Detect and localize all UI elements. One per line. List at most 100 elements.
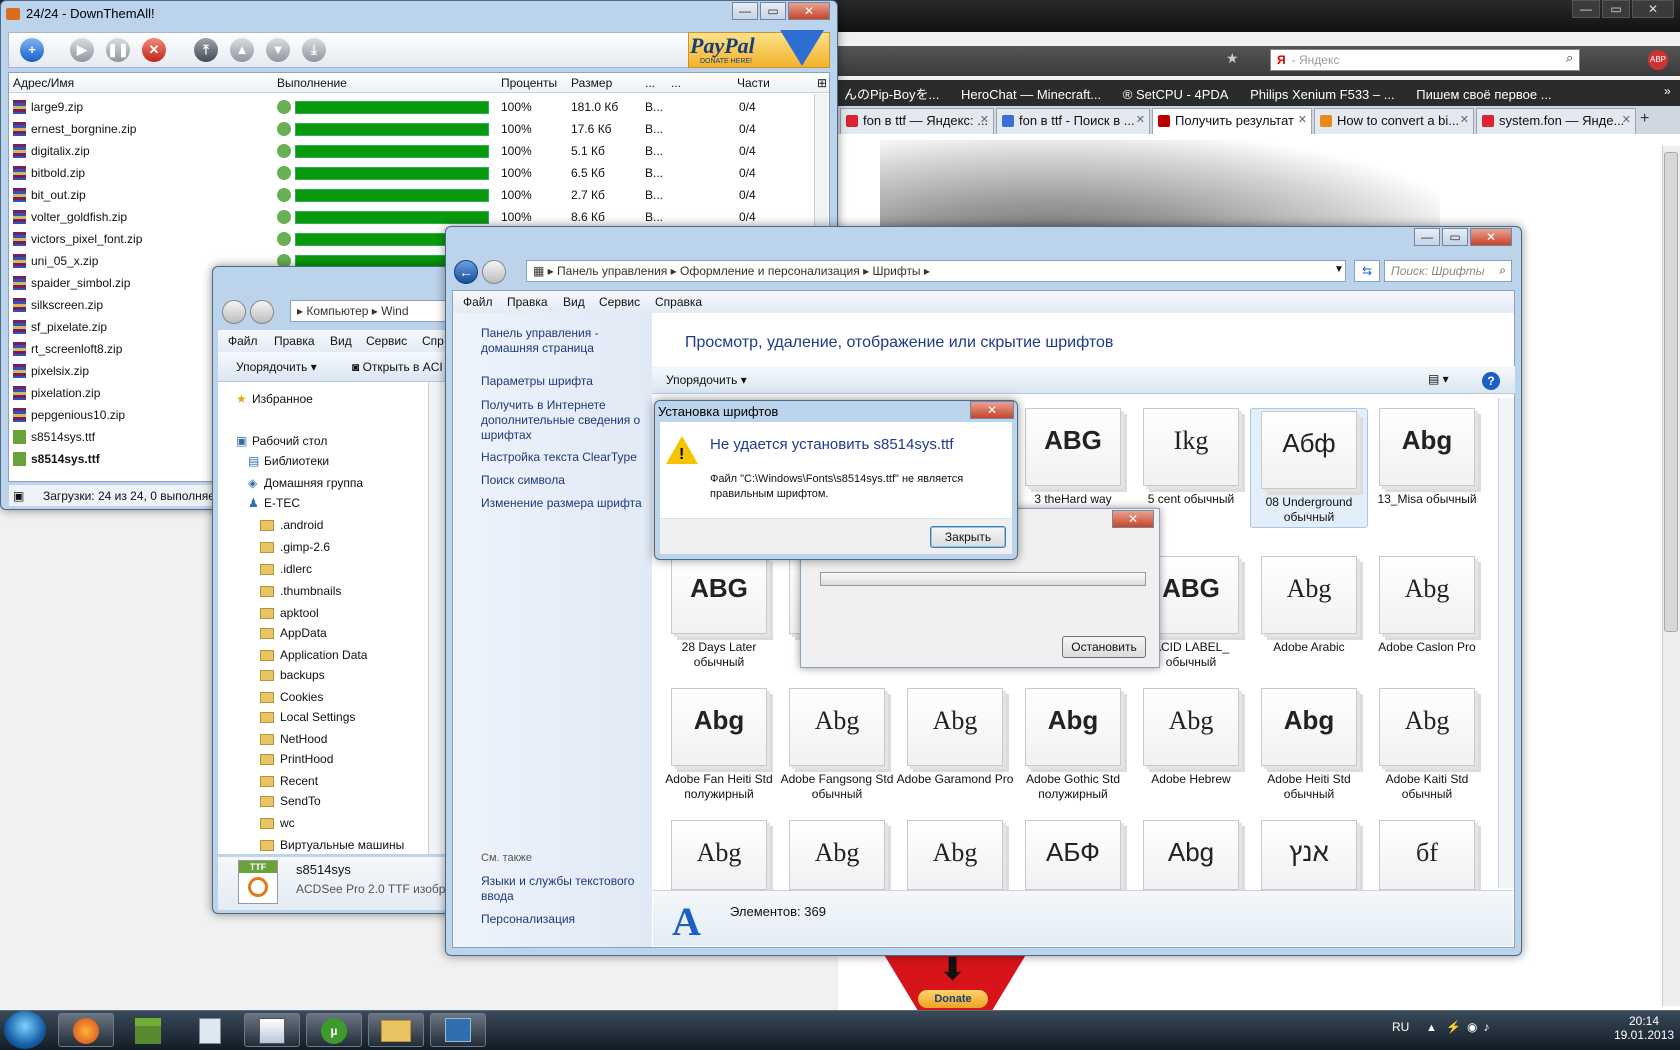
taskbar-minecraft[interactable] [120,1013,176,1047]
move-bottom-button[interactable]: ⤓ [302,38,326,62]
bookmark-item[interactable]: んのPip-Boyを... [844,87,939,102]
font-item[interactable]: Abg Adobe Caslon Pro [1368,556,1486,655]
browser-tab[interactable]: fon в ttf - Поиск в ... ✕ [996,108,1150,134]
close-tab-icon[interactable]: ✕ [1622,113,1631,126]
cancel-button[interactable]: ✕ [142,38,166,62]
close-tab-icon[interactable]: ✕ [980,113,989,126]
browser-tab[interactable]: How to convert a bi... ✕ [1314,108,1474,134]
scrollbar-thumb[interactable] [1664,152,1678,632]
close-button[interactable]: ✕ [1470,228,1512,246]
font-item[interactable]: бf [1368,820,1486,896]
view-options-icon[interactable]: ▤ ▾ [1428,372,1449,386]
organize-button[interactable]: Упорядочить ▾ [666,373,747,387]
address-bar[interactable]: ▸ Компьютер ▸ Wind [290,300,452,322]
menu-file[interactable]: Файл [463,295,493,309]
help-icon[interactable]: ? [1482,372,1500,390]
download-row[interactable]: bitbold.zip 100% 6.5 Кб B... 0/4 [9,162,809,184]
resume-button[interactable]: ▶ [70,38,94,62]
browser-tab[interactable]: fon в ttf — Яндекс: ... ✕ [840,108,994,134]
stop-button[interactable]: Остановить [1062,636,1146,658]
close-dialog-button[interactable]: Закрыть [930,526,1006,548]
font-item[interactable]: Abg Adobe Gothic Std полужирный [1014,688,1132,802]
font-item[interactable]: Abg Adobe Hebrew [1132,688,1250,787]
font-item[interactable]: Abg Adobe Fan Heiti Std полужирный [660,688,778,802]
address-bar[interactable]: ▦ ▸ Панель управления ▸ Оформление и пер… [526,260,1346,282]
browser-tab[interactable]: system.fon — Яндe... ✕ [1476,108,1636,134]
maximize-button[interactable]: ▭ [1442,228,1468,246]
search-icon[interactable]: ⌕ [1499,263,1506,278]
menu-file[interactable]: Файл [228,334,258,348]
tree-item[interactable]: apktool [260,606,319,626]
tree-item[interactable]: .android [260,518,323,538]
font-item[interactable]: Ikg 5 cent обычный [1132,408,1250,507]
tree-item[interactable]: ◈ Домашняя группа [248,476,363,496]
font-item[interactable]: Abg Adobe Fangsong Std обычный [778,688,896,802]
search-icon[interactable]: ⌕ [1566,50,1573,66]
forward-button[interactable] [482,260,506,284]
tree-item[interactable]: ▣ Рабочий стол [236,434,327,454]
minimize-button[interactable]: — [1572,0,1600,18]
link-languages[interactable]: Языки и службы текстового ввода [481,874,651,904]
font-item[interactable]: Abg [778,820,896,896]
menu-view[interactable]: Вид [330,334,352,348]
link-find-character[interactable]: Поиск символа [481,473,651,488]
download-row[interactable]: bit_out.zip 100% 2.7 Кб B... 0/4 [9,184,809,206]
menu-edit[interactable]: Правка [274,334,315,348]
download-row[interactable]: digitalix.zip 100% 5.1 Кб B... 0/4 [9,140,809,162]
star-icon[interactable]: ★ [1226,50,1239,67]
link-control-panel-home[interactable]: Панель управления - домашняя страница [481,326,651,356]
tree-item[interactable]: Виртуальные машины [260,838,404,858]
close-button[interactable]: ✕ [1112,510,1154,528]
bookmark-item[interactable]: HeroChat — Minecraft... [961,87,1101,102]
link-online-fonts[interactable]: Получить в Интернете дополнительные свед… [481,398,651,443]
tree-item[interactable]: Recent [260,774,318,794]
font-item[interactable]: ABG 28 Days Later обычный [660,556,778,670]
font-item[interactable]: Abg [896,820,1014,896]
tree-favorites[interactable]: ★ Избранное [236,392,313,412]
font-item[interactable]: Abg 13_Misa обычный [1368,408,1486,507]
back-button[interactable]: ← [454,260,478,284]
menu-tools[interactable]: Сервис [599,295,640,309]
column-header-size[interactable]: Размер [571,76,612,90]
menu-tools[interactable]: Сервис [366,334,407,348]
menu-view[interactable]: Вид [563,295,585,309]
download-row[interactable]: large9.zip 100% 181.0 Кб B... 0/4 [9,96,809,118]
tree-item[interactable]: .gimp-2.6 [260,540,330,560]
close-tab-icon[interactable]: ✕ [1460,113,1469,126]
download-row[interactable]: volter_goldfish.zip 100% 8.6 Кб B... 0/4 [9,206,809,228]
fonts-scrollbar[interactable] [1498,398,1514,888]
close-tab-icon[interactable]: ✕ [1298,113,1307,126]
font-item[interactable]: Abg Adobe Kaiti Std обычный [1368,688,1486,802]
column-header-extra[interactable]: ... [671,76,681,90]
font-item[interactable]: Abg Adobe Arabic [1250,556,1368,655]
bookmark-item[interactable]: Пишем своё первое ... [1416,87,1551,102]
link-font-size[interactable]: Изменение размера шрифта [481,496,651,511]
close-button[interactable]: ✕ [1632,0,1674,18]
font-item[interactable]: Abg [660,820,778,896]
bookmark-item[interactable]: Philips Xenium F533 – ... [1250,87,1395,102]
column-header-progress[interactable]: Выполнение [277,76,347,90]
move-top-button[interactable]: ⤒ [194,38,218,62]
search-input[interactable]: Поиск: Шрифты ⌕ [1384,260,1512,282]
tray-arrow-icon[interactable]: ▲ [1426,1022,1437,1034]
tree-item[interactable]: Cookies [260,690,323,710]
link-cleartype[interactable]: Настройка текста ClearType [481,450,651,465]
network-icon[interactable]: ⚡ [1446,1020,1467,1034]
taskbar-acdsee[interactable] [244,1013,300,1047]
tree-item[interactable]: backups [260,668,325,688]
pause-button[interactable]: ❚❚ [106,38,130,62]
font-item[interactable]: Abg Adobe Garamond Pro [896,688,1014,787]
close-button[interactable]: ✕ [788,2,830,20]
back-button[interactable] [222,300,246,324]
maximize-button[interactable]: ▭ [760,2,786,20]
add-download-button[interactable]: + [20,38,44,62]
tree-item[interactable]: AppData [260,626,327,646]
new-tab-button[interactable]: + [1640,110,1649,128]
column-header-name[interactable]: Адрес/Имя [13,76,74,90]
move-down-button[interactable]: ▼ [266,38,290,62]
volume-icon[interactable]: ♪ [1483,1020,1495,1034]
tree-item[interactable]: ♟ E-TEC [248,496,300,516]
maximize-button[interactable]: ▭ [1602,0,1630,18]
clock[interactable]: 20:14 19.01.2013 [1614,1014,1674,1042]
tray-icons[interactable]: ⚡◉♪ [1446,1020,1495,1034]
